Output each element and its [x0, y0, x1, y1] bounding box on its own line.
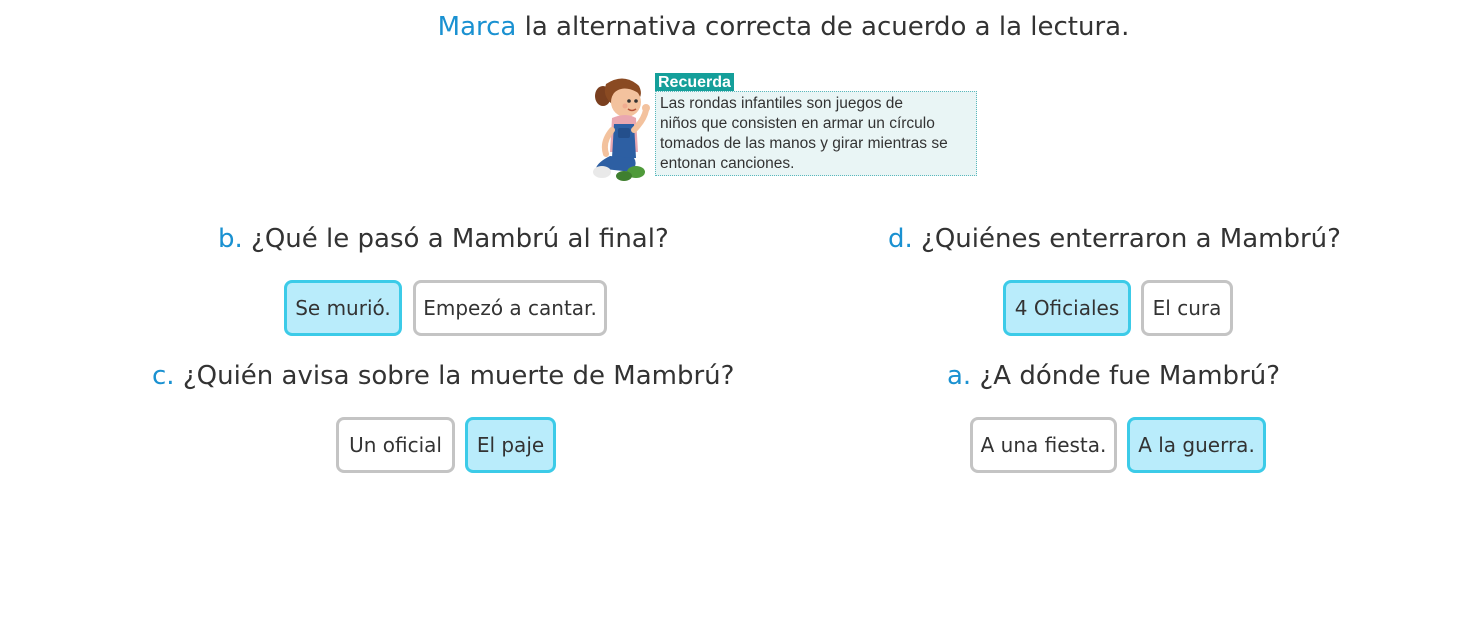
option-button[interactable]: El cura — [1141, 280, 1233, 336]
instruction-rest: la alternativa correcta de acuerdo a la … — [516, 12, 1130, 42]
question-letter: b. — [218, 224, 243, 254]
question-c: c. ¿Quién avisa sobre la muerte de Mambr… — [152, 358, 734, 394]
question-text: ¿Quiénes enterraron a Mambrú? — [921, 224, 1341, 254]
option-button[interactable]: A la guerra. — [1127, 417, 1266, 473]
option-button[interactable]: A una fiesta. — [970, 417, 1117, 473]
question-b: b. ¿Qué le pasó a Mambrú al final? — [218, 221, 669, 257]
question-letter: d. — [888, 224, 913, 254]
instruction-highlight: Marca — [437, 12, 517, 42]
question-text: ¿Quién avisa sobre la muerte de Mambrú? — [182, 361, 735, 391]
option-button[interactable]: Se murió. — [284, 280, 402, 336]
question-text: ¿A dónde fue Mambrú? — [979, 361, 1281, 391]
question-text: ¿Qué le pasó a Mambrú al final? — [251, 224, 669, 254]
question-d: d. ¿Quiénes enterraron a Mambrú? — [888, 221, 1341, 257]
question-letter: a. — [947, 361, 972, 391]
question-letter: c. — [152, 361, 175, 391]
recuerda-text-box: Las rondas infantiles son juegos de niño… — [655, 91, 977, 176]
option-button[interactable]: Empezó a cantar. — [413, 280, 607, 336]
question-a: a. ¿A dónde fue Mambrú? — [947, 358, 1280, 394]
recuerda-line: tomados de las manos y girar mientras se — [660, 135, 948, 152]
recuerda-line: Las rondas infantiles son juegos de — [660, 95, 903, 112]
option-button[interactable]: 4 Oficiales — [1003, 280, 1131, 336]
girl-illustration — [593, 78, 650, 181]
option-button[interactable]: El paje — [465, 417, 556, 473]
recuerda-panel: Recuerda Las rondas infantiles son juego… — [584, 72, 984, 184]
instruction-text: Marca la alternativa correcta de acuerdo… — [0, 8, 1461, 46]
recuerda-line: entonan canciones. — [660, 155, 795, 172]
recuerda-line: niños que consisten en armar un círculo — [660, 115, 935, 132]
recuerda-title: Recuerda — [655, 73, 734, 92]
option-button[interactable]: Un oficial — [336, 417, 455, 473]
